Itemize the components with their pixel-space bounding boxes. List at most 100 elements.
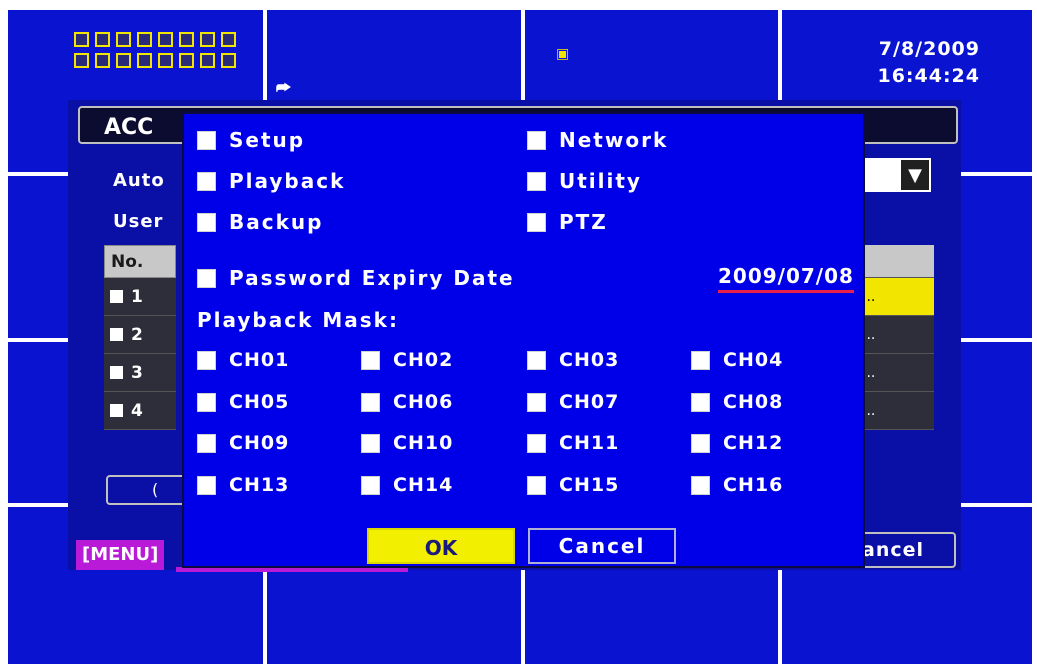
channel-checkbox[interactable] xyxy=(197,475,216,495)
channel-option-ch04[interactable]: CH04 xyxy=(691,349,783,371)
table-cell[interactable]: ... xyxy=(856,354,934,392)
row-number: 1 xyxy=(131,286,143,307)
channel-option-ch13[interactable]: CH13 xyxy=(197,474,289,496)
checkbox[interactable] xyxy=(110,290,123,303)
user-table-right: ... ... ... ... xyxy=(856,245,934,430)
playback-checkbox[interactable] xyxy=(197,171,216,191)
channel-checkbox[interactable] xyxy=(527,433,546,453)
channel-indicator-cell xyxy=(221,53,236,68)
audio-icon: ⮫ xyxy=(276,78,291,97)
option-label: Network xyxy=(559,128,669,152)
channel-indicator-cell xyxy=(74,53,89,68)
channel-option-ch09[interactable]: CH09 xyxy=(197,432,289,454)
channel-checkbox[interactable] xyxy=(691,433,710,453)
channel-option-ch10[interactable]: CH10 xyxy=(361,432,453,454)
channel-option-ch16[interactable]: CH16 xyxy=(691,474,783,496)
ok-button[interactable]: OK xyxy=(367,528,515,564)
channel-checkbox[interactable] xyxy=(361,475,380,495)
password-expiry-option[interactable]: Password Expiry Date xyxy=(197,266,515,290)
channel-checkbox[interactable] xyxy=(527,350,546,370)
checkbox[interactable] xyxy=(110,404,123,417)
channel-label: CH11 xyxy=(559,432,620,454)
channel-option-ch02[interactable]: CH02 xyxy=(361,349,453,371)
backup-checkbox[interactable] xyxy=(197,212,216,232)
row-number: 3 xyxy=(131,362,143,383)
playback-option[interactable]: Playback xyxy=(197,169,345,193)
option-label: Password Expiry Date xyxy=(229,266,515,290)
table-cell[interactable]: ... xyxy=(856,278,934,316)
channel-indicator-cell xyxy=(95,53,110,68)
cancel-button[interactable]: Cancel xyxy=(528,528,676,564)
channel-indicator-cell xyxy=(200,32,215,47)
channel-checkbox[interactable] xyxy=(527,392,546,412)
panel-cancel-button[interactable]: ancel xyxy=(850,532,956,568)
channel-checkbox[interactable] xyxy=(361,433,380,453)
channel-indicator-cell xyxy=(95,32,110,47)
utility-checkbox[interactable] xyxy=(527,171,546,191)
setup-option[interactable]: Setup xyxy=(197,128,305,152)
utility-option[interactable]: Utility xyxy=(527,169,642,193)
channel-label: CH16 xyxy=(723,474,784,496)
network-option[interactable]: Network xyxy=(527,128,668,152)
table-row[interactable]: 3 xyxy=(104,354,176,392)
channel-checkbox[interactable] xyxy=(361,392,380,412)
table-cell[interactable]: ... xyxy=(856,392,934,430)
setup-checkbox[interactable] xyxy=(197,130,216,150)
channel-checkbox[interactable] xyxy=(691,350,710,370)
channel-label: CH14 xyxy=(393,474,454,496)
channel-label: CH08 xyxy=(723,391,784,413)
password-expiry-checkbox[interactable] xyxy=(197,268,216,288)
channel-checkbox[interactable] xyxy=(691,392,710,412)
chevron-down-icon: ▼ xyxy=(901,160,929,190)
channel-option-ch15[interactable]: CH15 xyxy=(527,474,619,496)
auto-dropdown[interactable]: ▼ xyxy=(855,158,931,192)
channel-checkbox[interactable] xyxy=(361,350,380,370)
channel-option-ch01[interactable]: CH01 xyxy=(197,349,289,371)
channel-option-ch03[interactable]: CH03 xyxy=(527,349,619,371)
channel-option-ch06[interactable]: CH06 xyxy=(361,391,453,413)
option-label: Utility xyxy=(559,169,642,193)
option-label: Playback xyxy=(229,169,346,193)
channel-indicator-cell xyxy=(116,32,131,47)
channel-label: CH02 xyxy=(393,349,454,371)
channel-label: CH07 xyxy=(559,391,620,413)
user-label: User xyxy=(113,211,164,232)
channel-indicator-cell xyxy=(200,53,215,68)
checkbox[interactable] xyxy=(110,328,123,341)
channel-indicator-cell xyxy=(179,32,194,47)
network-checkbox[interactable] xyxy=(527,130,546,150)
table-row[interactable]: 2 xyxy=(104,316,176,354)
channel-checkbox[interactable] xyxy=(527,475,546,495)
ptz-checkbox[interactable] xyxy=(527,212,546,232)
channel-option-ch11[interactable]: CH11 xyxy=(527,432,619,454)
table-row[interactable]: 1 xyxy=(104,278,176,316)
expiry-date-field[interactable]: 2009/07/08 xyxy=(718,264,854,293)
playback-mask-label: Playback Mask: xyxy=(197,308,399,332)
channel-indicator-cell xyxy=(137,53,152,68)
table-header xyxy=(856,245,934,278)
channel-option-ch12[interactable]: CH12 xyxy=(691,432,783,454)
channel-indicator-cell xyxy=(137,32,152,47)
channel-checkbox[interactable] xyxy=(691,475,710,495)
channel-label: CH09 xyxy=(229,432,290,454)
account-title: ACC xyxy=(104,115,154,140)
table-header: No. xyxy=(104,245,176,278)
panel-button[interactable]: ( xyxy=(106,475,188,505)
channel-checkbox[interactable] xyxy=(197,433,216,453)
channel-label: CH06 xyxy=(393,391,454,413)
auto-label: Auto xyxy=(113,170,165,191)
channel-checkbox[interactable] xyxy=(197,350,216,370)
channel-option-ch05[interactable]: CH05 xyxy=(197,391,289,413)
backup-option[interactable]: Backup xyxy=(197,210,323,234)
table-cell[interactable]: ... xyxy=(856,316,934,354)
option-label: PTZ xyxy=(559,210,608,234)
channel-option-ch14[interactable]: CH14 xyxy=(361,474,453,496)
ptz-option[interactable]: PTZ xyxy=(527,210,608,234)
channel-checkbox[interactable] xyxy=(197,392,216,412)
channel-option-ch08[interactable]: CH08 xyxy=(691,391,783,413)
table-row[interactable]: 4 xyxy=(104,392,176,430)
row-number: 2 xyxy=(131,324,143,345)
channel-label: CH01 xyxy=(229,349,290,371)
channel-option-ch07[interactable]: CH07 xyxy=(527,391,619,413)
checkbox[interactable] xyxy=(110,366,123,379)
